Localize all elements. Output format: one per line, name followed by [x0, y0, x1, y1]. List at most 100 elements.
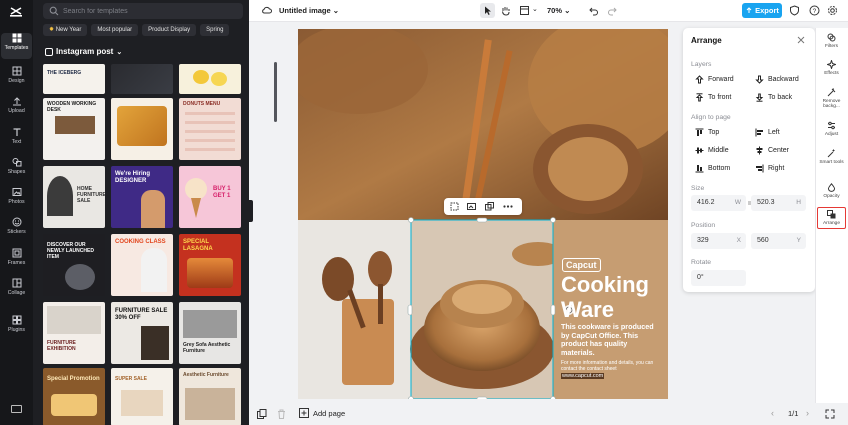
align-top-button[interactable]: Top [695, 128, 719, 137]
resize-handle[interactable] [408, 217, 414, 223]
cloud-icon[interactable] [261, 5, 272, 16]
to-back-button[interactable]: To back [755, 93, 792, 102]
tool-arrange[interactable]: Arrange [817, 207, 846, 230]
help-icon[interactable]: ? [809, 5, 820, 16]
tool-opacity[interactable]: Opacity [817, 183, 846, 199]
template-thumb[interactable]: Grey Sofa Aesthetic Furniture [179, 302, 241, 364]
backward-button[interactable]: Backward [755, 75, 799, 84]
utensil-jar-image [342, 299, 394, 385]
more-icon[interactable] [503, 205, 513, 208]
cursor-icon [485, 6, 491, 15]
resize-handle[interactable] [550, 304, 556, 316]
resize-handle[interactable] [550, 396, 556, 402]
template-thumb[interactable]: THE ICEBERG [43, 64, 105, 94]
nav-shapes[interactable]: Shapes [1, 157, 32, 183]
height-field[interactable]: 520.3 H [751, 195, 806, 211]
nav-text[interactable]: Text [1, 127, 32, 153]
send-backward-icon [755, 75, 764, 84]
resize-handle[interactable] [476, 396, 488, 402]
template-thumb[interactable]: HOME FURNITURE SALE [43, 166, 105, 228]
nav-collage[interactable]: Collage [1, 278, 32, 304]
align-right-button[interactable]: Right [755, 164, 784, 173]
align-bottom-button[interactable]: Bottom [695, 164, 730, 173]
align-middle-button[interactable]: Middle [695, 146, 729, 155]
forward-button[interactable]: Forward [695, 75, 734, 84]
template-thumb[interactable] [179, 64, 241, 94]
gear-icon[interactable] [827, 5, 838, 16]
add-page-button[interactable]: Add page [299, 408, 345, 418]
link-ratio-icon[interactable] [747, 199, 752, 207]
design-canvas[interactable]: Capcut Cooking Ware This cookware is pro… [288, 14, 688, 402]
align-left-button[interactable]: Left [755, 128, 780, 137]
firework-icon: ✸ [49, 27, 56, 33]
to-front-button[interactable]: To front [695, 93, 731, 102]
template-thumb[interactable]: Special Promotion [43, 368, 105, 425]
position-y-field[interactable]: 560 Y [751, 233, 806, 249]
template-thumb[interactable]: FURNITURE SALE 30% OFF [111, 302, 173, 364]
align-bottom-label: Bottom [708, 165, 731, 172]
nav-photos[interactable]: Photos [1, 187, 32, 213]
nav-design[interactable]: Design [1, 66, 32, 92]
chip-spring[interactable]: Spring [200, 24, 230, 36]
hand-icon[interactable] [500, 5, 511, 16]
shield-icon[interactable] [789, 5, 800, 16]
replace-icon[interactable] [467, 202, 476, 211]
chip-new-year[interactable]: ✸ New Year [43, 24, 88, 36]
template-thumb[interactable]: BUY 1 GET 1 [179, 166, 241, 228]
align-left-icon [755, 128, 763, 137]
search-input[interactable] [63, 5, 233, 17]
template-thumb[interactable]: WOODEN WORKING DESK [43, 98, 105, 160]
tool-effects[interactable]: Effects [817, 60, 846, 76]
width-field[interactable]: 416.2 W [691, 195, 746, 211]
chevron-right-icon[interactable]: › [806, 408, 809, 418]
chip-product-display[interactable]: Product Display [142, 24, 197, 36]
pages-icon[interactable] [257, 409, 267, 419]
undo-icon[interactable] [588, 5, 599, 16]
duplicate-icon[interactable] [485, 202, 494, 211]
keyboard-icon[interactable] [11, 405, 22, 413]
fullscreen-icon[interactable] [825, 409, 835, 419]
tool-smart-tools[interactable]: Smart tools [817, 149, 846, 165]
position-x-field[interactable]: 329 X [691, 233, 746, 249]
template-thumb[interactable]: DONUTS MENU [179, 98, 241, 160]
template-thumb[interactable]: DISCOVER OUR NEWLY LAUNCHED ITEM [43, 234, 105, 296]
nav-templates[interactable]: Templates [1, 33, 32, 59]
template-thumb[interactable] [111, 98, 173, 160]
resize-handle[interactable] [476, 217, 488, 223]
close-icon[interactable] [797, 36, 805, 44]
nav-upload[interactable]: Upload [1, 96, 32, 122]
panel-scrollbar[interactable] [274, 62, 277, 122]
resize-handle[interactable] [550, 217, 556, 223]
zoom-level[interactable]: 70% ⌄ [547, 6, 570, 15]
capcut-logo[interactable] [9, 6, 23, 18]
trash-icon[interactable] [277, 409, 286, 419]
crop-icon[interactable] [450, 202, 459, 211]
section-dropdown[interactable]: Instagram post ⌄ [45, 47, 122, 56]
export-button[interactable]: Export [742, 3, 782, 18]
nav-frames[interactable]: Frames [1, 248, 32, 274]
template-thumb[interactable]: COOKING CLASS [111, 234, 173, 296]
redo-icon[interactable] [607, 5, 618, 16]
document-title[interactable]: Untitled image ⌄ [279, 6, 339, 15]
template-thumb[interactable]: SPECIAL LASAGNA [179, 234, 241, 296]
tool-filters[interactable]: Filters [817, 33, 846, 49]
rotate-field[interactable]: 0° [691, 270, 746, 286]
template-thumb[interactable]: We're Hiring DESIGNER [111, 166, 173, 228]
resize-icon[interactable] [519, 5, 530, 16]
nav-plugins[interactable]: Plugins [1, 315, 32, 341]
nav-stickers[interactable]: Stickers [1, 217, 32, 243]
chevron-left-icon[interactable]: ‹ [771, 408, 774, 418]
template-thumb[interactable]: FURNITURE EXHIBITION [43, 302, 105, 364]
align-center-button[interactable]: Center [755, 146, 789, 155]
template-thumb[interactable]: SUPER SALE [111, 368, 173, 425]
panel-collapse-handle[interactable] [249, 200, 253, 222]
resize-handle[interactable] [408, 396, 414, 402]
tool-adjust[interactable]: Adjust [817, 121, 846, 137]
template-thumb[interactable] [111, 64, 173, 94]
chip-most-popular[interactable]: Most popular [91, 24, 139, 36]
filters-icon [827, 33, 836, 42]
template-thumb[interactable]: Aesthetic Furniture [179, 368, 241, 425]
tool-remove-background[interactable]: Remove backg... [817, 88, 846, 109]
resize-handle[interactable] [407, 304, 413, 316]
height-unit: H [796, 199, 801, 206]
